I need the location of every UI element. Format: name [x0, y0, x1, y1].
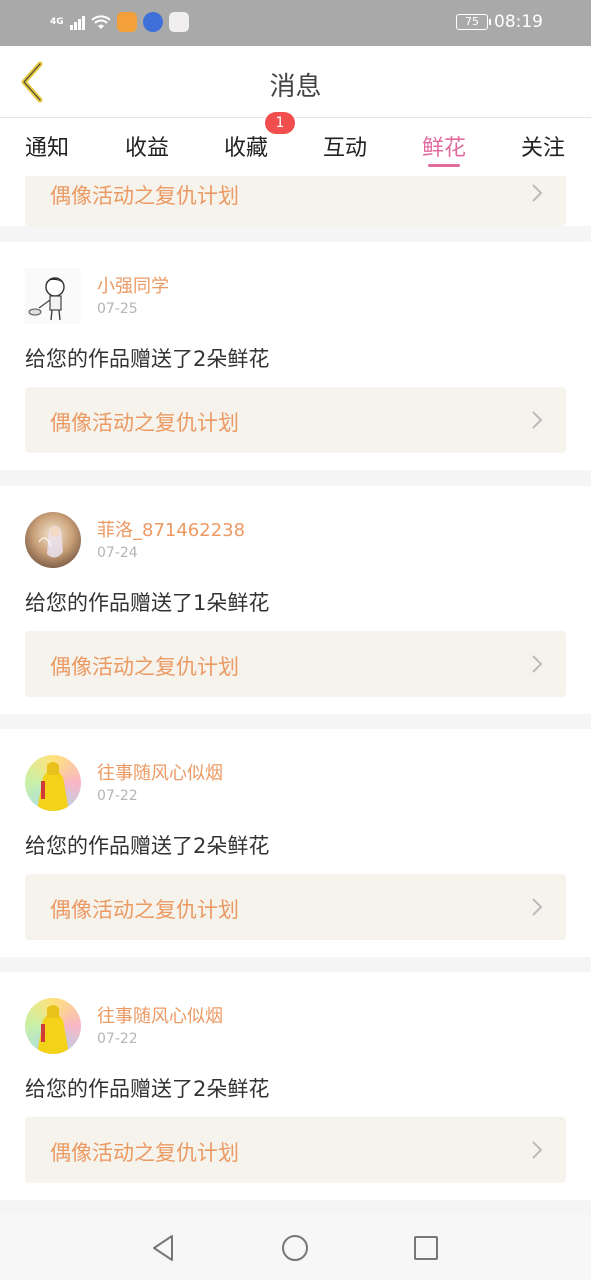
tab-follows[interactable]: 关注: [503, 130, 583, 162]
activity-link[interactable]: 偶像活动之复仇计划: [25, 1117, 566, 1183]
activity-title: 偶像活动之复仇计划: [50, 898, 239, 922]
activity-link[interactable]: 偶像活动之复仇计划: [25, 387, 566, 453]
weibo-icon: [116, 12, 137, 32]
status-bar: 4G 75 08:19: [0, 0, 591, 46]
avatar[interactable]: [25, 998, 81, 1054]
user-name[interactable]: 小强同学: [97, 272, 169, 298]
map-icon: [168, 12, 189, 32]
tab-flowers[interactable]: 鲜花: [404, 130, 484, 162]
message-date: 07-22: [97, 1031, 138, 1047]
user-name[interactable]: 菲洛_871462238: [97, 516, 245, 542]
baidu-icon: [142, 12, 163, 32]
message-text: 给您的作品赠送了2朵鲜花: [25, 834, 270, 858]
clock: 08:19: [494, 12, 543, 32]
tab-bar: 通知 收益 收藏 互动 鲜花 关注: [0, 118, 591, 176]
tab-notifications[interactable]: 通知: [7, 130, 87, 162]
message-text: 给您的作品赠送了2朵鲜花: [25, 1077, 270, 1101]
tab-earnings[interactable]: 收益: [107, 130, 187, 162]
user-name[interactable]: 往事随风心似烟: [97, 759, 223, 785]
message-text: 给您的作品赠送了2朵鲜花: [25, 347, 270, 371]
status-left: 4G: [50, 12, 189, 32]
message-date: 07-22: [97, 788, 138, 804]
activity-title: 偶像活动之复仇计划: [50, 184, 239, 208]
chevron-right-icon: [532, 655, 543, 673]
message-text: 给您的作品赠送了1朵鲜花: [25, 591, 270, 615]
chevron-right-icon: [532, 898, 543, 916]
activity-link[interactable]: 偶像活动之复仇计划: [25, 874, 566, 940]
message-date: 07-25: [97, 301, 138, 317]
activity-link[interactable]: 偶像活动之复仇计划: [25, 631, 566, 697]
message-card: 菲洛_871462238 07-24 给您的作品赠送了1朵鲜花 偶像活动之复仇计…: [0, 486, 591, 714]
message-card: 往事随风心似烟 07-22 给您的作品赠送了2朵鲜花 偶像活动之复仇计划: [0, 972, 591, 1200]
activity-title: 偶像活动之复仇计划: [50, 1141, 239, 1165]
chevron-right-icon: [532, 411, 543, 429]
activity-link[interactable]: 偶像活动之复仇计划: [25, 176, 566, 226]
partial-card: 偶像活动之复仇计划: [0, 176, 591, 226]
activity-title: 偶像活动之复仇计划: [50, 411, 239, 435]
tab-favorites[interactable]: 收藏: [206, 130, 286, 162]
triangle-back-icon[interactable]: [148, 1232, 180, 1264]
message-date: 07-24: [97, 545, 138, 561]
network-label: 4G: [50, 17, 64, 27]
message-card: 小强同学 07-25 给您的作品赠送了2朵鲜花 偶像活动之复仇计划: [0, 242, 591, 470]
activity-title: 偶像活动之复仇计划: [50, 655, 239, 679]
avatar[interactable]: [25, 512, 81, 568]
message-card: 往事随风心似烟 07-22 给您的作品赠送了2朵鲜花 偶像活动之复仇计划: [0, 729, 591, 957]
tab-interactions[interactable]: 互动: [305, 130, 385, 162]
system-nav-bar: [0, 1214, 591, 1280]
circle-home-icon[interactable]: [279, 1232, 311, 1264]
status-right: 75 08:19: [456, 12, 543, 32]
signal-icon: [69, 14, 85, 30]
chevron-right-icon: [532, 184, 543, 202]
favorites-count-badge: 1: [265, 112, 295, 134]
message-feed[interactable]: 偶像活动之复仇计划 小强同学 07-25 给您的作品赠送了2朵鲜花 偶像活动之复…: [0, 176, 591, 1214]
header: 消息: [0, 46, 591, 118]
square-recents-icon[interactable]: [410, 1232, 442, 1264]
page-title: 消息: [269, 72, 322, 102]
wifi-icon: [90, 15, 111, 29]
chevron-right-icon: [532, 1141, 543, 1159]
battery-icon: 75: [456, 14, 491, 30]
avatar[interactable]: [25, 268, 81, 324]
active-tab-indicator: [428, 164, 460, 167]
avatar[interactable]: [25, 755, 81, 811]
user-name[interactable]: 往事随风心似烟: [97, 1002, 223, 1028]
